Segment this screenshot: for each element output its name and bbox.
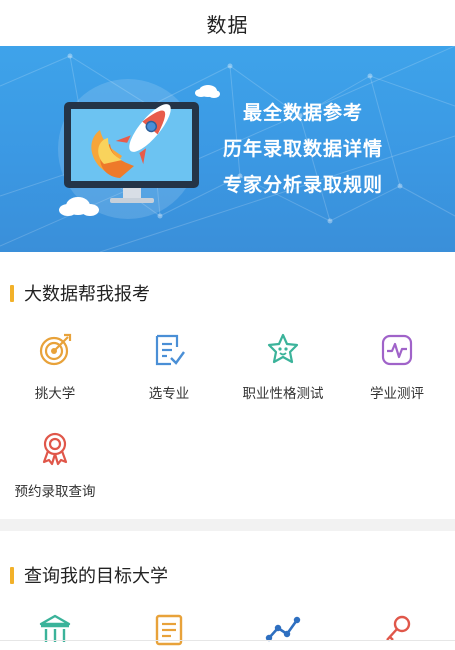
section-title-big-data: 大数据帮我报考 [10,280,150,306]
section-accent-bar [10,566,14,584]
grid-item-label: 挑大学 [34,386,76,402]
banner-line-2: 历年录取数据详情 [222,138,383,160]
award-badge-icon [42,432,68,466]
banner-line-3: 专家分析录取规则 [222,174,383,196]
grid-item-label: 选专业 [148,386,190,402]
personality-icon [267,333,299,364]
grid-item-academic-assessment[interactable]: 学业测评 [342,332,452,412]
checklist-icon [155,334,185,366]
section-divider [0,519,455,531]
grid-item-label: 职业性格测试 [242,386,324,402]
section-accent-bar [10,284,14,302]
grid-item-label: 预约录取查询 [14,484,96,500]
page-title: 数据 [206,12,249,37]
grid-item-choose-major[interactable]: 选专业 [114,332,224,412]
grid-item-pick-university[interactable]: 挑大学 [0,332,110,412]
section-title-text: 查询我的目标大学 [24,566,168,587]
grid-item-personality-test[interactable]: 职业性格测试 [228,332,338,412]
section-title-text: 大数据帮我报考 [24,284,150,305]
banner-line-1: 最全数据参考 [242,102,363,124]
app-header: 数据 [0,0,455,46]
grid-item-label: 学业测评 [370,386,424,402]
section-title-target-university: 查询我的目标大学 [10,562,168,588]
bottom-divider [0,640,455,641]
target-icon [39,333,72,366]
grid-item-admission-query[interactable]: 预约录取查询 [0,430,110,510]
pulse-icon [381,334,413,366]
promo-banner[interactable]: 最全数据参考 历年录取数据详情 专家分析录取规则 [0,46,455,252]
